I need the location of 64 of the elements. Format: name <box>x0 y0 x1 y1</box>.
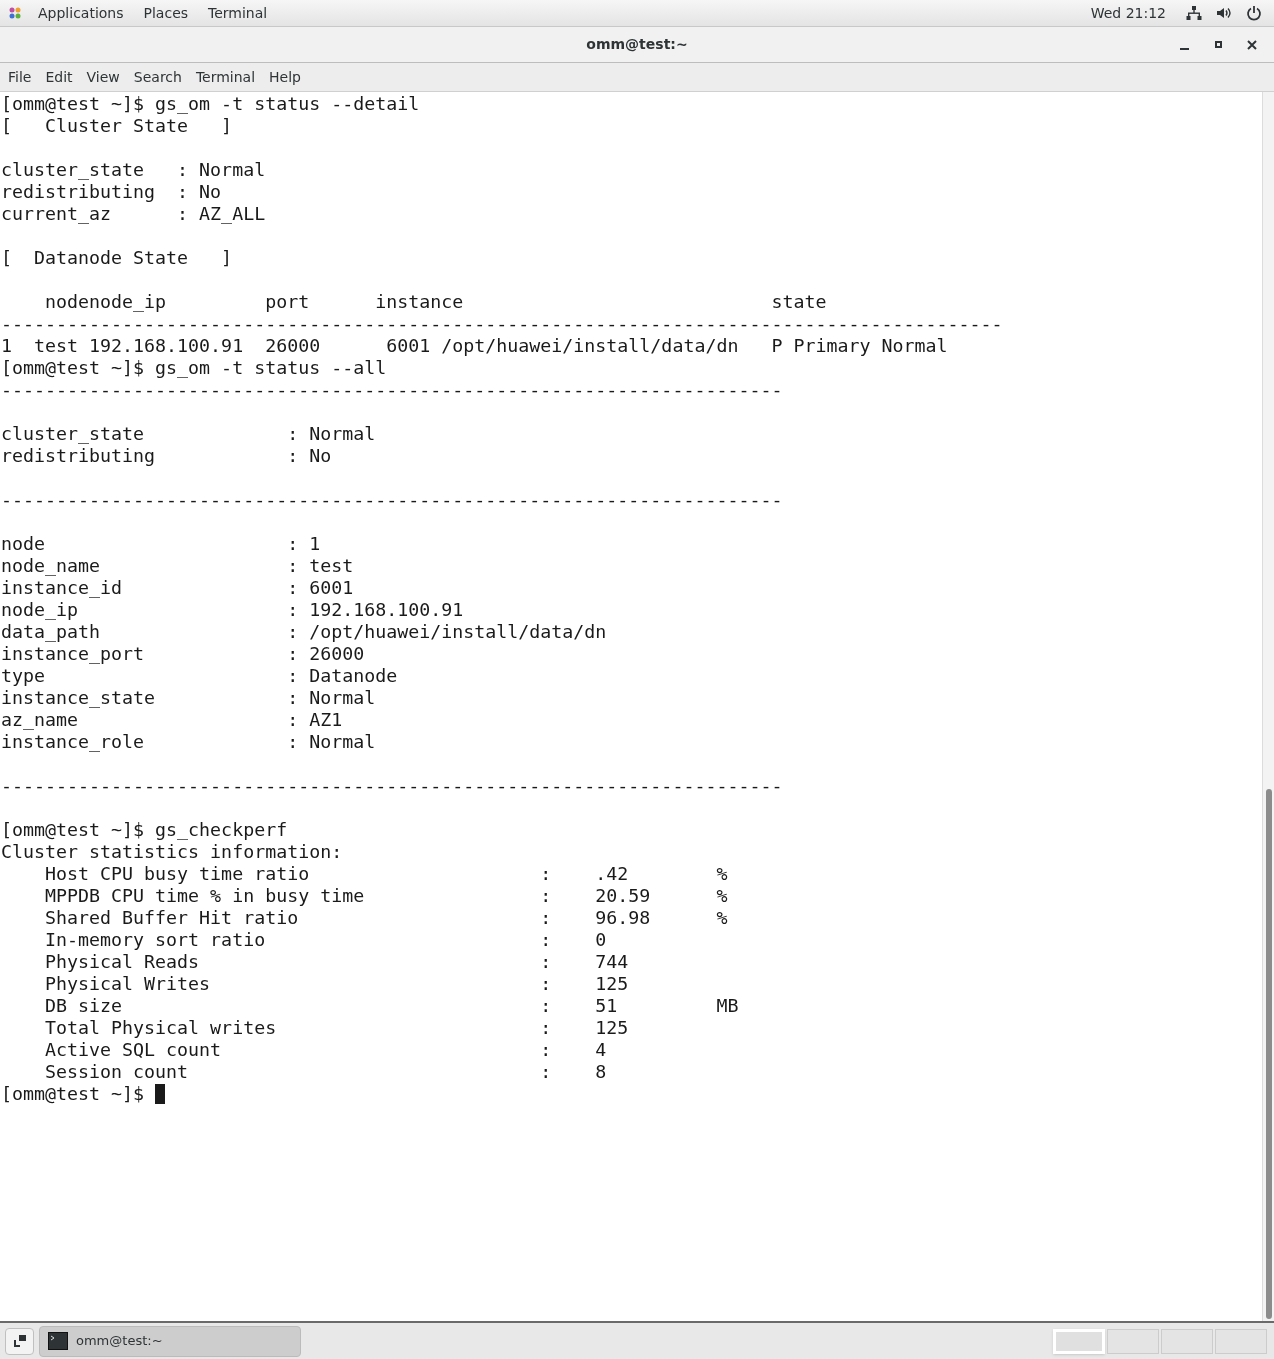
terminal-line: nodenode_ip port instance state <box>44 291 827 312</box>
terminal-line: [omm@test ~]$ gs_om -t status --detail <box>1 93 420 114</box>
scrollbar[interactable] <box>1262 92 1274 1321</box>
app-grid-icon <box>8 6 22 20</box>
terminal-line: ----------------------------------------------------------------------- <box>1 489 783 510</box>
terminal-line: [ Cluster State ] <box>1 115 233 136</box>
show-desktop-button[interactable] <box>5 1327 34 1355</box>
terminal-line: ----------------------------------------------------------------------- <box>1 379 783 400</box>
terminal-line: current_az : AZ_ALL <box>1 203 266 224</box>
terminal-line: node_ip : 192.168.100.91 <box>1 599 464 620</box>
terminal-line: DB size : 51 MB <box>44 995 739 1016</box>
menu-item[interactable]: Help <box>262 66 308 88</box>
terminal-line: In-memory sort ratio : 0 <box>44 929 607 950</box>
terminal-icon <box>48 1332 68 1350</box>
terminal-line: cluster_state : Normal <box>1 159 266 180</box>
clock[interactable]: Wed 21:12 <box>1090 2 1166 24</box>
terminal-line: instance_role : Normal <box>1 731 376 752</box>
terminal-line: Total Physical writes : 125 <box>44 1017 629 1038</box>
terminal-line: MPPDB CPU time % in busy time : 20.59 % <box>44 885 728 906</box>
terminal-line: instance_id : 6001 <box>1 577 354 598</box>
terminal-line: Host CPU busy time ratio : .42 % <box>44 863 728 884</box>
show-desktop-icon <box>12 1334 27 1348</box>
terminal-line: type : Datanode <box>1 665 398 686</box>
menu-item[interactable]: Edit <box>38 66 80 88</box>
close-icon <box>1247 39 1257 50</box>
menu-item[interactable]: File <box>1 66 39 88</box>
workspace-thumbnail[interactable] <box>1161 1328 1213 1354</box>
panel-menu[interactable]: Places <box>133 2 199 24</box>
scrollbar-thumb[interactable] <box>1265 789 1272 1319</box>
terminal-line: node : 1 <box>1 533 321 554</box>
terminal-line: instance_port : 26000 <box>1 643 365 664</box>
text-cursor <box>155 1084 166 1104</box>
terminal-line: Physical Reads : 744 <box>44 951 629 972</box>
terminal-line: instance_state : Normal <box>1 687 376 708</box>
panel-menu[interactable]: Applications <box>28 2 134 24</box>
terminal-line: Physical Writes : 125 <box>44 973 629 994</box>
terminal-line: ------------------------------------------------------------------------------------------- <box>1 313 1003 334</box>
terminal-line: data_path : /opt/huawei/install/data/dn <box>1 621 607 642</box>
menu-item[interactable]: Terminal <box>188 66 263 88</box>
panel-menu[interactable]: Terminal <box>198 2 278 24</box>
terminal-line: redistributing : No <box>1 181 222 202</box>
power-icon[interactable] <box>1246 5 1262 21</box>
shell-prompt: [omm@test ~]$ <box>1 1083 146 1105</box>
terminal-line: [ Datanode State ] <box>1 247 233 268</box>
network-icon[interactable] <box>1186 5 1202 21</box>
terminal-line: [omm@test ~]$ gs_checkperf <box>1 819 288 840</box>
menu-item[interactable]: Search <box>126 66 189 88</box>
terminal-line: az_name : AZ1 <box>1 709 343 730</box>
terminal-line: cluster_state : Normal <box>1 423 376 444</box>
terminal-line: ----------------------------------------------------------------------- <box>1 775 783 796</box>
terminal-line: Shared Buffer Hit ratio : 96.98 % <box>44 907 728 928</box>
terminal-line: redistributing : No <box>1 445 332 466</box>
terminal-line: 1 test 192.168.100.91 26000 6001 /opt/huawei/install/data/dn P Primary Normal <box>1 335 948 356</box>
terminal-line: Session count : 8 <box>44 1061 607 1082</box>
terminal-line: Cluster statistics information: <box>1 841 343 862</box>
terminal-line: node_name : test <box>1 555 354 576</box>
volume-icon[interactable] <box>1216 5 1232 21</box>
terminal-line: [omm@test ~]$ gs_om -t status --all <box>1 357 387 378</box>
terminal-line: Active SQL count : 4 <box>44 1039 607 1060</box>
workspace-thumbnail[interactable] <box>1215 1328 1267 1354</box>
menu-item[interactable]: View <box>79 66 127 88</box>
taskbar-button[interactable]: omm@test:~ <box>39 1325 301 1357</box>
window-title: omm@test:~ <box>586 35 688 54</box>
workspace-thumbnail[interactable] <box>1107 1328 1159 1354</box>
